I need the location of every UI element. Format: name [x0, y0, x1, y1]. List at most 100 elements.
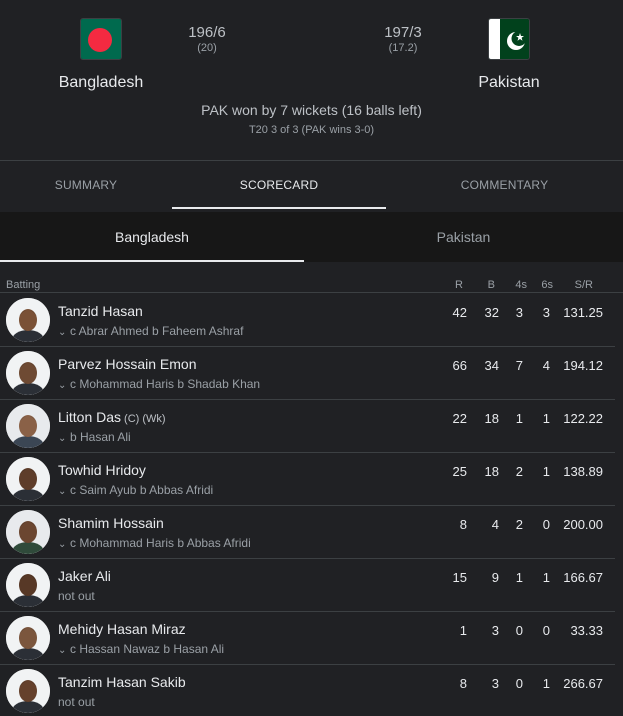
player-name[interactable]: Mehidy Hasan Miraz	[58, 621, 189, 637]
chevron-down-icon: ⌄	[58, 486, 67, 497]
sixes-value: 4	[542, 358, 550, 373]
bangladesh-flag-icon	[80, 18, 122, 60]
player-name[interactable]: Litton Das (C) (Wk)	[58, 409, 166, 425]
batter-row[interactable]: Towhid Hridoy ⌄ c Saim Ayub b Abbas Afrid…	[0, 453, 615, 506]
player-name[interactable]: Parvez Hossain Emon	[58, 356, 200, 372]
home-team[interactable]: Bangladesh	[31, 18, 171, 92]
player-avatar	[6, 616, 50, 660]
dismissal-toggle[interactable]: ⌄ c Mohammad Haris b Abbas Afridi	[58, 536, 251, 550]
dismissal-toggle[interactable]: ⌄ c Abrar Ahmed b Faheem Ashraf	[58, 324, 243, 338]
chevron-down-icon: ⌄	[58, 380, 67, 391]
balls-value: 4	[491, 517, 499, 532]
tab-commentary[interactable]: COMMENTARY	[386, 161, 623, 211]
batter-row[interactable]: Parvez Hossain Emon ⌄ c Mohammad Haris b …	[0, 347, 615, 400]
balls-value: 18	[484, 464, 499, 479]
match-result: PAK won by 7 wickets (16 balls left)	[201, 102, 422, 118]
runs-value: 8	[459, 676, 467, 691]
dismissal-text: not out	[58, 695, 95, 709]
tab-scorecard[interactable]: SCORECARD	[172, 161, 386, 211]
batter-row[interactable]: Jaker Ali not out 15 9 1 1 166.67	[0, 559, 615, 612]
player-name[interactable]: Shamim Hossain	[58, 515, 167, 531]
balls-value: 3	[491, 623, 499, 638]
away-runs: 197/3	[384, 24, 422, 41]
away-score: 197/3 (17.2)	[363, 24, 443, 54]
away-team[interactable]: Pakistan	[439, 18, 579, 92]
strike-rate-value: 266.67	[563, 676, 603, 691]
away-team-name: Pakistan	[478, 74, 540, 91]
header-batting: Batting	[6, 279, 41, 291]
player-avatar	[6, 298, 50, 342]
match-tabs: SUMMARY SCORECARD COMMENTARY	[0, 160, 623, 210]
away-overs: (17.2)	[388, 42, 418, 54]
strike-rate-value: 166.67	[563, 570, 603, 585]
player-avatar	[6, 457, 50, 501]
runs-value: 25	[452, 464, 467, 479]
balls-value: 34	[484, 358, 499, 373]
runs-value: 1	[459, 623, 467, 638]
balls-value: 18	[484, 411, 499, 426]
balls-value: 9	[491, 570, 499, 585]
sixes-value: 3	[542, 305, 550, 320]
player-avatar	[6, 669, 50, 713]
header-fours: 4s	[515, 279, 527, 291]
player-avatar	[6, 563, 50, 607]
dismissal-toggle[interactable]: ⌄ b Hasan Ali	[58, 430, 131, 444]
home-overs: (20)	[197, 42, 217, 54]
dismissal-toggle[interactable]: ⌄ c Mohammad Haris b Shadab Khan	[58, 377, 260, 391]
home-score: 196/6 (20)	[167, 24, 247, 54]
header-runs: R	[455, 279, 463, 291]
player-name[interactable]: Towhid Hridoy	[58, 462, 149, 478]
batter-row[interactable]: Tanzim Hasan Sakib not out 8 3 0 1 266.6…	[0, 665, 615, 716]
chevron-down-icon: ⌄	[58, 539, 67, 550]
fours-value: 1	[515, 570, 523, 585]
balls-value: 32	[484, 305, 499, 320]
strike-rate-value: 131.25	[563, 305, 603, 320]
fours-value: 3	[515, 305, 523, 320]
header-sixes: 6s	[541, 279, 553, 291]
runs-value: 22	[452, 411, 467, 426]
fours-value: 1	[515, 411, 523, 426]
chevron-down-icon: ⌄	[58, 433, 67, 444]
fours-value: 2	[515, 464, 523, 479]
header-balls: B	[487, 279, 495, 291]
pakistan-flag-icon	[488, 18, 530, 60]
player-name[interactable]: Jaker Ali	[58, 568, 114, 584]
batter-row[interactable]: Tanzid Hasan ⌄ c Abrar Ahmed b Faheem Ash…	[0, 294, 615, 347]
sixes-value: 0	[542, 623, 550, 638]
innings-tabs: Bangladesh Pakistan	[0, 212, 623, 262]
balls-value: 3	[491, 676, 499, 691]
batter-row[interactable]: Mehidy Hasan Miraz ⌄ c Hassan Nawaz b Has…	[0, 612, 615, 665]
strike-rate-value: 33.33	[570, 623, 603, 638]
fours-value: 7	[515, 358, 523, 373]
runs-value: 15	[452, 570, 467, 585]
strike-rate-value: 122.22	[563, 411, 603, 426]
player-role-tag: (C) (Wk)	[124, 413, 166, 425]
dismissal-toggle[interactable]: ⌄ c Hassan Nawaz b Hasan Ali	[58, 642, 224, 656]
innings-tab-pakistan[interactable]: Pakistan	[304, 212, 623, 262]
dismissal-toggle[interactable]: ⌄ c Saim Ayub b Abbas Afridi	[58, 483, 213, 497]
chevron-down-icon: ⌄	[58, 327, 67, 338]
sixes-value: 1	[542, 676, 550, 691]
player-name[interactable]: Tanzim Hasan Sakib	[58, 674, 189, 690]
dismissal-text: not out	[58, 589, 95, 603]
header-strike-rate: S/R	[574, 279, 593, 291]
batter-row[interactable]: Shamim Hossain ⌄ c Mohammad Haris b Abbas…	[0, 506, 615, 559]
fours-value: 0	[515, 676, 523, 691]
sixes-value: 0	[542, 517, 550, 532]
tab-summary[interactable]: SUMMARY	[0, 161, 172, 211]
sixes-value: 1	[542, 464, 550, 479]
player-avatar	[6, 404, 50, 448]
player-name[interactable]: Tanzid Hasan	[58, 303, 146, 319]
strike-rate-value: 194.12	[563, 358, 603, 373]
batting-header: Batting R B 4s 6s S/R	[0, 263, 623, 293]
fours-value: 0	[515, 623, 523, 638]
fours-value: 2	[515, 517, 523, 532]
chevron-down-icon: ⌄	[58, 645, 67, 656]
innings-tab-bangladesh[interactable]: Bangladesh	[0, 212, 304, 262]
batting-scorecard: Batting R B 4s 6s S/R Tanzid Hasan ⌄ c Ab…	[0, 263, 623, 716]
sixes-value: 1	[542, 411, 550, 426]
match-header: Bangladesh 196/6 (20) 197/3 (17.2) Pakis…	[0, 0, 623, 160]
home-runs: 196/6	[188, 24, 226, 41]
batter-row[interactable]: Litton Das (C) (Wk) ⌄ b Hasan Ali 22 18 1 …	[0, 400, 615, 453]
runs-value: 66	[452, 358, 467, 373]
